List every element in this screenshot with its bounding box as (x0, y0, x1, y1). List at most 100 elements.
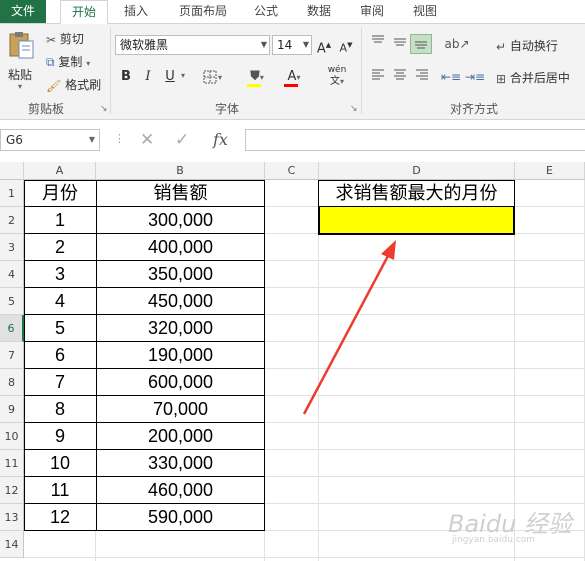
borders-button[interactable]: ▾ (200, 67, 224, 87)
insert-function-icon[interactable]: fx (213, 130, 228, 149)
table-row-month[interactable]: 9 (24, 423, 96, 450)
font-name-combo[interactable]: 微软雅黑 ▼ (115, 35, 270, 55)
table-row-month[interactable]: 5 (24, 315, 96, 342)
row-header-1[interactable]: 1 (0, 180, 24, 207)
cut-label: 剪切 (59, 32, 84, 46)
cell-d1-question[interactable]: 求销售额最大的月份 (319, 180, 514, 207)
tab-file[interactable]: 文件 (0, 0, 46, 23)
font-launcher-icon[interactable]: ↘ (350, 104, 358, 114)
merge-center-button[interactable]: ⊞ 合并后居中 (496, 69, 570, 86)
table-row-month[interactable]: 4 (24, 288, 96, 315)
table-row-month[interactable]: 7 (24, 369, 96, 396)
table-row-sales[interactable]: 200,000 (96, 423, 265, 450)
tab-insert[interactable]: 插入 (114, 0, 158, 23)
tab-data[interactable]: 数据 (298, 0, 340, 23)
format-painter-button[interactable]: 🖌 格式刷 (46, 76, 101, 93)
row-header-11[interactable]: 11 (0, 450, 24, 477)
underline-button[interactable]: U (162, 67, 178, 87)
row-header-4[interactable]: 4 (0, 261, 24, 288)
align-left-button[interactable] (368, 67, 388, 87)
cell-a1-header[interactable]: 月份 (24, 180, 96, 207)
align-right-button[interactable] (412, 67, 432, 87)
row-header-10[interactable]: 10 (0, 423, 24, 450)
copy-dropdown-icon[interactable]: ▾ (86, 59, 90, 68)
row-header-6[interactable]: 6 (0, 315, 24, 342)
tab-formulas[interactable]: 公式 (246, 0, 286, 23)
fill-color-button[interactable]: ⛊▾ (243, 67, 271, 87)
align-top-button[interactable] (368, 34, 388, 54)
row-header-12[interactable]: 12 (0, 477, 24, 504)
tab-view[interactable]: 视图 (404, 0, 446, 23)
cell-b1-header[interactable]: 销售额 (96, 180, 265, 207)
row-header-5[interactable]: 5 (0, 288, 24, 315)
table-row-sales[interactable]: 190,000 (96, 342, 265, 369)
copy-button[interactable]: ⧉ 复制 ▾ (46, 53, 90, 70)
row-header-9[interactable]: 9 (0, 396, 24, 423)
phonetic-button[interactable]: wén 文▾ (322, 64, 352, 87)
chevron-down-icon: ▼ (88, 135, 95, 144)
enter-check-icon[interactable]: ✓ (175, 130, 189, 150)
table-row-month[interactable]: 10 (24, 450, 96, 477)
row-header-2[interactable]: 2 (0, 207, 24, 234)
align-middle-button[interactable] (390, 34, 410, 54)
decrease-indent-button[interactable]: ⇤≡ (440, 67, 462, 87)
column-header-a[interactable]: A (24, 162, 96, 180)
tab-page-layout[interactable]: 页面布局 (170, 0, 236, 23)
name-box[interactable]: G6 ▼ (0, 129, 100, 151)
select-all-corner[interactable] (0, 162, 24, 180)
table-row-sales[interactable]: 460,000 (96, 477, 265, 504)
formula-bar: G6 ▼ ⋮ ✕ ✓ fx (0, 126, 585, 154)
table-row-sales[interactable]: 320,000 (96, 315, 265, 342)
tab-home[interactable]: 开始 (60, 0, 108, 24)
increase-indent-button[interactable]: ⇥≡ (464, 67, 486, 87)
bold-button[interactable]: B (118, 67, 134, 87)
tab-review[interactable]: 审阅 (351, 0, 393, 23)
cut-button[interactable]: ✂ 剪切 (46, 30, 84, 47)
clipboard-launcher-icon[interactable]: ↘ (100, 104, 108, 114)
table-row-sales[interactable]: 330,000 (96, 450, 265, 477)
shrink-font-button[interactable]: A▼ (338, 35, 354, 55)
cell-d2-answer[interactable] (318, 206, 515, 235)
row-header-3[interactable]: 3 (0, 234, 24, 261)
grow-font-button[interactable]: A▲ (316, 35, 332, 56)
table-row-sales[interactable]: 300,000 (96, 207, 265, 234)
wrap-text-button[interactable]: ↵ 自动换行 (496, 37, 558, 54)
table-row-sales[interactable]: 590,000 (96, 504, 265, 531)
row-header-14[interactable]: 14 (0, 531, 24, 558)
column-header-c[interactable]: C (265, 162, 319, 180)
table-row-month[interactable]: 12 (24, 504, 96, 531)
merge-cells-icon: ⊞ (496, 71, 507, 86)
table-row-sales[interactable]: 70,000 (96, 396, 265, 423)
font-size-combo[interactable]: 14 ▼ (272, 35, 312, 55)
column-header-e[interactable]: E (515, 162, 585, 180)
table-row-month[interactable]: 1 (24, 207, 96, 234)
table-row-month[interactable]: 2 (24, 234, 96, 261)
table-row-sales[interactable]: 600,000 (96, 369, 265, 396)
align-center-button[interactable] (390, 67, 410, 87)
italic-button[interactable]: I (140, 67, 156, 87)
table-row-month[interactable]: 11 (24, 477, 96, 504)
row-header-13[interactable]: 13 (0, 504, 24, 531)
paste-button[interactable]: 粘贴 ▾ (4, 30, 38, 91)
row-header-8[interactable]: 8 (0, 369, 24, 396)
decrease-indent-icon: ⇤≡ (440, 70, 462, 84)
column-header-b[interactable]: B (96, 162, 265, 180)
row-header-7[interactable]: 7 (0, 342, 24, 369)
paste-dropdown-icon[interactable]: ▾ (18, 82, 22, 91)
table-row-sales[interactable]: 450,000 (96, 288, 265, 315)
grid-line (265, 422, 585, 423)
table-row-month[interactable]: 3 (24, 261, 96, 288)
align-right-icon (416, 69, 428, 80)
fill-bucket-icon: ⛊ (250, 69, 260, 84)
align-bottom-button[interactable] (410, 34, 432, 54)
underline-dropdown-icon[interactable]: ▾ (181, 71, 185, 80)
font-color-button[interactable]: A▾ (280, 67, 308, 87)
cancel-icon[interactable]: ✕ (140, 130, 154, 150)
column-header-d[interactable]: D (319, 162, 515, 180)
table-row-month[interactable]: 6 (24, 342, 96, 369)
formula-input[interactable] (245, 129, 585, 151)
table-row-sales[interactable]: 400,000 (96, 234, 265, 261)
orientation-button[interactable]: ab↗ (442, 34, 472, 54)
table-row-month[interactable]: 8 (24, 396, 96, 423)
table-row-sales[interactable]: 350,000 (96, 261, 265, 288)
